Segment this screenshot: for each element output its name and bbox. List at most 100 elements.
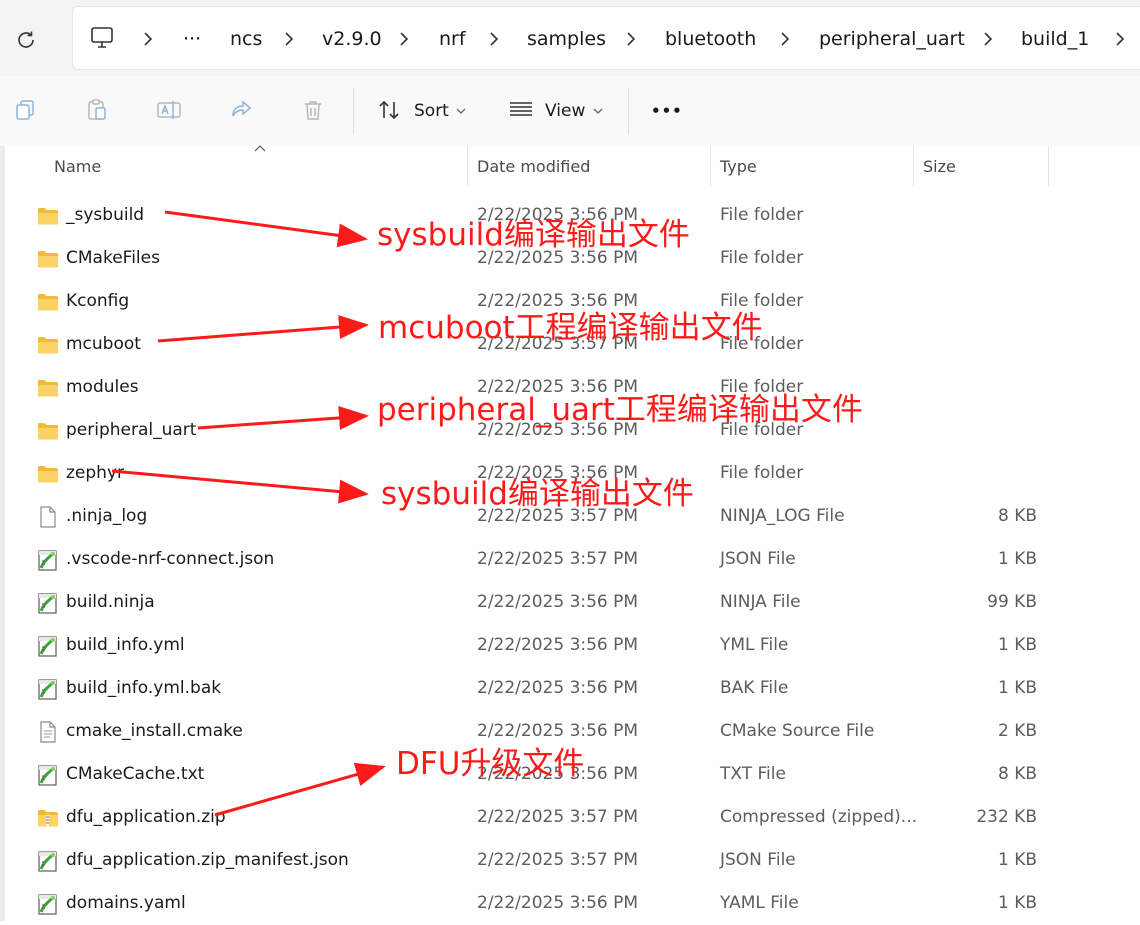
file-name[interactable]: zephyr	[66, 452, 124, 495]
file-name[interactable]: build_info.yml	[66, 624, 185, 667]
file-name[interactable]: CMakeFiles	[66, 237, 160, 280]
notepadpp-file-icon	[36, 763, 60, 787]
file-type: NINJA File	[720, 592, 801, 612]
file-date-modified: 2/22/2025 3:57 PM	[477, 850, 639, 870]
file-type: File folder	[720, 248, 804, 268]
file-date-modified: 2/22/2025 3:57 PM	[477, 549, 639, 569]
file-size: 99 KB	[987, 592, 1037, 612]
chevron-right-icon[interactable]	[397, 31, 411, 47]
chevron-right-icon[interactable]	[624, 31, 638, 47]
breadcrumb-nrf[interactable]: nrf	[439, 7, 466, 71]
address-bar-region: ··· ncs v2.9.0 nrf samples bluetooth per…	[0, 0, 1140, 76]
address-bar[interactable]: ··· ncs v2.9.0 nrf samples bluetooth per…	[72, 6, 1140, 70]
file-row[interactable]: dfu_application.zip_manifest.json 2/22/20…	[5, 839, 1140, 882]
file-date-modified: 2/22/2025 3:56 PM	[477, 678, 639, 698]
column-header-name[interactable]: Name	[54, 146, 101, 186]
file-row[interactable]: domains.yaml 2/22/2025 3:56 PM YAML File 1 …	[5, 882, 1140, 925]
column-header-date[interactable]: Date modified	[477, 146, 590, 186]
breadcrumb-build-1[interactable]: build_1	[1021, 7, 1089, 71]
view-button[interactable]: View	[545, 76, 585, 146]
zip-folder-icon	[36, 806, 60, 830]
column-divider[interactable]	[710, 146, 711, 186]
file-name[interactable]: .ninja_log	[66, 495, 147, 538]
folder-icon	[36, 462, 60, 486]
breadcrumb-samples[interactable]: samples	[527, 7, 606, 71]
chevron-down-icon[interactable]	[456, 107, 466, 115]
toolbar-separator	[628, 88, 629, 134]
file-size: 232 KB	[976, 807, 1037, 827]
folder-icon	[36, 204, 60, 228]
file-size: 1 KB	[997, 850, 1037, 870]
paste-icon[interactable]	[83, 96, 111, 124]
breadcrumb-overflow[interactable]: ···	[183, 7, 201, 71]
chevron-down-icon[interactable]	[593, 107, 603, 115]
folder-icon	[36, 333, 60, 357]
breadcrumb-peripheral-uart[interactable]: peripheral_uart	[819, 7, 965, 71]
notepadpp-file-icon	[36, 634, 60, 658]
more-options-button[interactable]: •••	[651, 76, 683, 146]
chevron-right-icon[interactable]	[282, 31, 296, 47]
file-name[interactable]: domains.yaml	[66, 882, 186, 925]
file-date-modified: 2/22/2025 3:56 PM	[477, 592, 639, 612]
sort-button[interactable]: Sort	[414, 76, 449, 146]
sort-icon[interactable]	[376, 96, 404, 124]
chevron-right-icon[interactable]	[1113, 31, 1127, 47]
file-name[interactable]: .vscode-nrf-connect.json	[66, 538, 274, 581]
blank-file-icon	[36, 505, 60, 529]
file-type: File folder	[720, 463, 804, 483]
notepadpp-file-icon	[36, 849, 60, 873]
breadcrumb-v2-9-0[interactable]: v2.9.0	[322, 7, 382, 71]
this-pc-icon[interactable]	[89, 25, 115, 55]
breadcrumb-bluetooth[interactable]: bluetooth	[665, 7, 756, 71]
file-name[interactable]: Kconfig	[66, 280, 129, 323]
chevron-right-icon[interactable]	[487, 31, 501, 47]
chevron-right-icon[interactable]	[778, 31, 792, 47]
chevron-right-icon[interactable]	[981, 31, 995, 47]
column-header-size[interactable]: Size	[923, 146, 956, 186]
file-name[interactable]: dfu_application.zip_manifest.json	[66, 839, 349, 882]
file-type: NINJA_LOG File	[720, 506, 845, 526]
view-icon[interactable]	[507, 96, 535, 124]
file-type: BAK File	[720, 678, 789, 698]
file-name[interactable]: _sysbuild	[66, 194, 144, 237]
file-type: YAML File	[720, 893, 799, 913]
copy-icon[interactable]	[11, 96, 39, 124]
annotation-label-sysbuild: sysbuild编译输出文件	[377, 217, 690, 253]
file-name[interactable]: mcuboot	[66, 323, 141, 366]
file-name[interactable]: modules	[66, 366, 139, 409]
toolbar-separator	[353, 88, 354, 134]
file-name[interactable]: build_info.yml.bak	[66, 667, 221, 710]
file-row[interactable]: build_info.yml 2/22/2025 3:56 PM YML File 1…	[5, 624, 1140, 667]
file-name[interactable]: cmake_install.cmake	[66, 710, 243, 753]
rename-icon[interactable]	[155, 96, 183, 124]
text-file-icon	[36, 720, 60, 744]
file-name[interactable]: peripheral_uart	[66, 409, 196, 452]
file-date-modified: 2/22/2025 3:57 PM	[477, 807, 639, 827]
file-type: TXT File	[720, 764, 786, 784]
file-list: Name Date modified Type Size _sysbuild 2/…	[0, 145, 1140, 921]
folder-icon	[36, 376, 60, 400]
share-icon[interactable]	[227, 96, 255, 124]
breadcrumb-ncs[interactable]: ncs	[230, 7, 262, 71]
file-type: File folder	[720, 205, 804, 225]
folder-icon	[36, 247, 60, 271]
file-row[interactable]: .vscode-nrf-connect.json 2/22/2025 3:57 P…	[5, 538, 1140, 581]
column-divider[interactable]	[467, 146, 468, 186]
file-row[interactable]: dfu_application.zip 2/22/2025 3:57 PM Comp…	[5, 796, 1140, 839]
column-divider[interactable]	[1048, 146, 1049, 186]
delete-icon[interactable]	[299, 96, 327, 124]
file-size: 1 KB	[997, 678, 1037, 698]
column-divider[interactable]	[913, 146, 914, 186]
chevron-right-icon[interactable]	[141, 31, 155, 47]
refresh-icon[interactable]	[12, 26, 40, 54]
file-name[interactable]: CMakeCache.txt	[66, 753, 204, 796]
file-row[interactable]: build_info.yml.bak 2/22/2025 3:56 PM BAK F…	[5, 667, 1140, 710]
file-row[interactable]: build.ninja 2/22/2025 3:56 PM NINJA File 99…	[5, 581, 1140, 624]
file-name[interactable]: dfu_application.zip	[66, 796, 226, 839]
file-name[interactable]: build.ninja	[66, 581, 155, 624]
notepadpp-file-icon	[36, 892, 60, 916]
column-header-type[interactable]: Type	[720, 146, 757, 186]
file-date-modified: 2/22/2025 3:56 PM	[477, 635, 639, 655]
file-size: 1 KB	[997, 635, 1037, 655]
notepadpp-file-icon	[36, 591, 60, 615]
